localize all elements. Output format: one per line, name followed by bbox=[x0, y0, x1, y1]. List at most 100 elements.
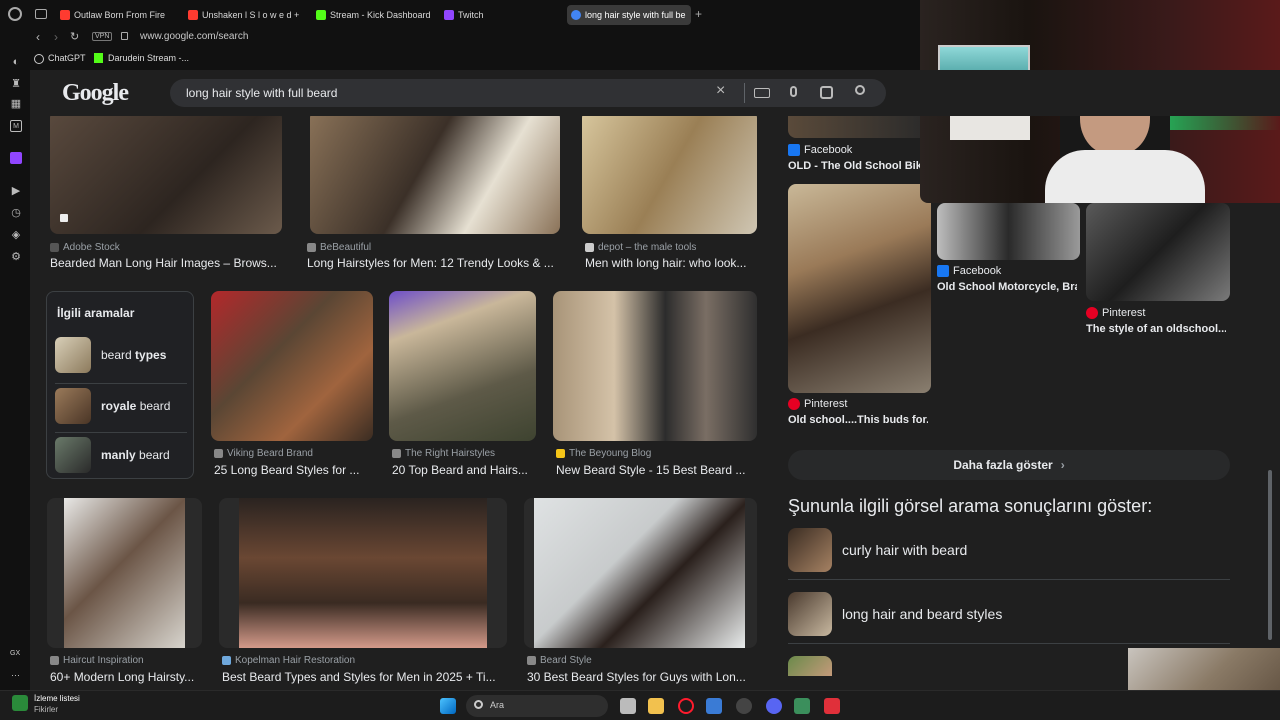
result-title[interactable]: Bearded Man Long Hair Images – Brows... bbox=[50, 256, 285, 270]
result-source: The Beyoung Blog bbox=[556, 448, 651, 459]
history-icon[interactable]: ◷ bbox=[10, 207, 22, 219]
aria-icon[interactable]: ◐ bbox=[10, 56, 22, 68]
gx-label[interactable]: GX bbox=[10, 650, 20, 657]
result-title[interactable]: Old School Motorcycle, Bra... bbox=[937, 281, 1077, 293]
chatgpt-icon bbox=[34, 54, 44, 64]
mail-icon[interactable] bbox=[706, 698, 722, 714]
notif-title[interactable]: İzleme listesi bbox=[34, 694, 80, 703]
result-title[interactable]: 60+ Modern Long Hairsty... bbox=[50, 670, 200, 684]
result-title[interactable]: Long Hairstyles for Men: 12 Trendy Looks… bbox=[307, 256, 562, 270]
vpn-badge[interactable]: VPN bbox=[92, 32, 113, 41]
discord-icon[interactable] bbox=[766, 698, 782, 714]
google-logo[interactable]: Google bbox=[62, 80, 129, 107]
image-content bbox=[64, 498, 185, 648]
stocks-icon[interactable] bbox=[12, 695, 28, 711]
forward-icon[interactable]: › bbox=[54, 30, 58, 44]
result-image-rightstyles[interactable] bbox=[389, 291, 536, 441]
twitch-icon[interactable] bbox=[10, 152, 22, 164]
tab-google-active[interactable]: long hair style with full be bbox=[567, 5, 691, 25]
back-icon[interactable]: ‹ bbox=[36, 30, 40, 44]
result-title[interactable]: Old school....This buds for... bbox=[788, 414, 928, 426]
related-label: royale beard bbox=[101, 399, 170, 413]
messenger-icon[interactable]: M bbox=[10, 120, 22, 132]
player-icon[interactable]: ▶ bbox=[10, 185, 22, 197]
source-label: Pinterest bbox=[1102, 307, 1146, 319]
search-icon bbox=[474, 700, 483, 709]
box-icon[interactable]: ▦ bbox=[10, 98, 22, 110]
task-view-icon[interactable] bbox=[620, 698, 636, 714]
opera-logo-icon[interactable] bbox=[8, 7, 22, 21]
result-source: Adobe Stock bbox=[50, 242, 120, 253]
tab-label: long hair style with full be bbox=[585, 10, 686, 20]
more-icon[interactable]: ··· bbox=[11, 670, 20, 680]
result-title[interactable]: Men with long hair: who look... bbox=[585, 256, 757, 270]
clear-icon[interactable]: × bbox=[716, 82, 725, 100]
plus-icon[interactable]: + bbox=[695, 7, 702, 21]
keyboard-icon[interactable] bbox=[754, 88, 770, 98]
suggestion-long-hair[interactable]: long hair and beard styles bbox=[788, 584, 1230, 644]
related-item-beard-types[interactable]: beard types bbox=[55, 333, 195, 377]
result-image-motorcycle-bw[interactable] bbox=[937, 203, 1080, 260]
url-field[interactable]: www.google.com/search bbox=[140, 31, 248, 42]
opera-gx-icon[interactable] bbox=[678, 698, 694, 714]
result-image-bebeautiful[interactable] bbox=[310, 110, 560, 234]
result-image-oldschool-biker[interactable] bbox=[788, 184, 931, 393]
related-thumb bbox=[55, 436, 91, 473]
search-box[interactable]: long hair style with full beard × bbox=[170, 79, 886, 107]
result-title[interactable]: The style of an oldschool... bbox=[1086, 323, 1226, 335]
taskbar-search[interactable]: Ara bbox=[466, 695, 608, 717]
extensions-icon[interactable]: ◈ bbox=[10, 229, 22, 241]
result-source: Haircut Inspiration bbox=[50, 655, 144, 666]
result-title[interactable]: 25 Long Beard Styles for ... bbox=[214, 463, 374, 477]
workspaces-icon[interactable] bbox=[35, 9, 47, 19]
tab-twitch[interactable]: Twitch bbox=[444, 5, 544, 25]
file-explorer-icon[interactable] bbox=[648, 698, 664, 714]
suggestion-thumb bbox=[788, 527, 832, 572]
tab-unshaken[interactable]: Unshaken l S l o w e d + R bbox=[188, 5, 300, 25]
related-item-royale-beard[interactable]: royale beard bbox=[55, 383, 187, 427]
show-more-button[interactable]: Daha fazla göster › bbox=[788, 450, 1230, 480]
suggestion-thumb-partial[interactable] bbox=[788, 656, 832, 676]
windows-start-icon[interactable] bbox=[440, 698, 456, 714]
twitch-icon bbox=[444, 10, 454, 20]
scrollbar-thumb[interactable] bbox=[1268, 470, 1272, 640]
show-more-label: Daha fazla göster bbox=[953, 458, 1053, 472]
result-image-beardstyle[interactable] bbox=[524, 498, 757, 648]
result-title[interactable]: 20 Top Beard and Hairs... bbox=[392, 463, 536, 477]
result-image-oldschool-top[interactable] bbox=[788, 116, 928, 138]
result-image-haircut[interactable] bbox=[47, 498, 202, 648]
search-icon[interactable] bbox=[855, 85, 865, 95]
result-title[interactable]: New Beard Style - 15 Best Beard ... bbox=[556, 463, 756, 477]
bookmark-darudein[interactable]: Darudein Stream -... bbox=[108, 53, 189, 63]
result-image-depot[interactable] bbox=[582, 110, 757, 234]
bookmark-chatgpt[interactable]: ChatGPT bbox=[48, 53, 86, 63]
result-title[interactable]: Best Beard Types and Styles for Men in 2… bbox=[222, 670, 502, 684]
record-app-icon[interactable] bbox=[824, 698, 840, 714]
facebook-icon bbox=[937, 265, 949, 277]
steam-icon[interactable] bbox=[736, 698, 752, 714]
suggestion-curly-hair[interactable]: curly hair with beard bbox=[788, 520, 1230, 580]
depot-icon bbox=[585, 243, 594, 252]
related-prefix: beard bbox=[101, 348, 136, 362]
settings-gear-icon[interactable]: ⚙ bbox=[10, 251, 22, 263]
viking-icon bbox=[214, 449, 223, 458]
app-icon[interactable] bbox=[794, 698, 810, 714]
result-image-adobe[interactable] bbox=[50, 110, 282, 234]
result-title[interactable]: OLD - The Old School Biker bbox=[788, 160, 920, 172]
related-item-manly-beard[interactable]: manly beard bbox=[55, 432, 187, 476]
lens-icon[interactable] bbox=[820, 86, 833, 99]
result-title[interactable]: 30 Best Beard Styles for Guys with Lon..… bbox=[527, 670, 749, 684]
result-source: Kopelman Hair Restoration bbox=[222, 655, 355, 666]
result-image-oldschool-style[interactable] bbox=[1086, 203, 1230, 301]
result-image-kopelman[interactable] bbox=[219, 498, 507, 648]
microphone-icon[interactable] bbox=[790, 86, 797, 97]
tab-outlaw[interactable]: Outlaw Born From Fire bbox=[60, 5, 172, 25]
reload-icon[interactable]: ↻ bbox=[70, 30, 79, 43]
result-image-viking[interactable] bbox=[211, 291, 373, 441]
result-image-beyoung[interactable] bbox=[553, 291, 757, 441]
tab-kick[interactable]: Stream - Kick Dashboard bbox=[316, 5, 436, 25]
source-label: Pinterest bbox=[804, 398, 848, 410]
kick-icon bbox=[94, 53, 103, 63]
shopping-bag-icon[interactable]: ♜ bbox=[10, 78, 22, 90]
search-input[interactable]: long hair style with full beard bbox=[186, 86, 337, 100]
